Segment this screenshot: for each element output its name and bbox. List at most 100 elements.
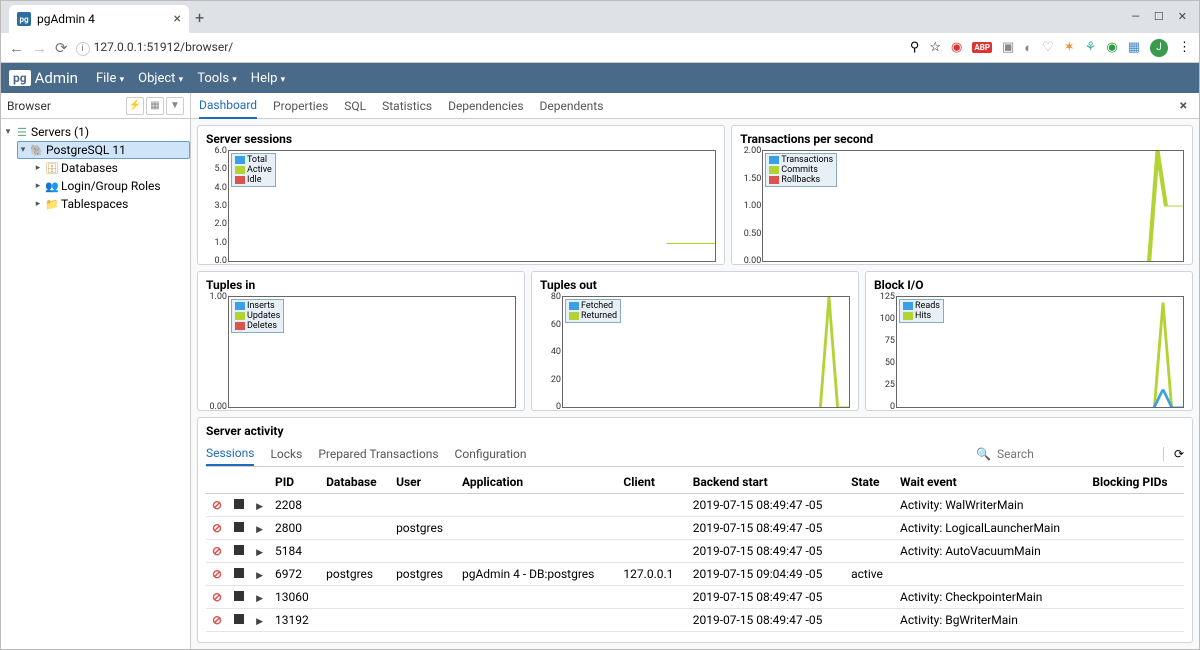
tab-locks[interactable]: Locks — [270, 443, 302, 465]
browser-titlebar: pg pgAdmin 4 × + — ☐ ✕ — [1, 1, 1199, 33]
cancel-icon[interactable]: ⊘ — [212, 567, 222, 581]
col-header[interactable] — [250, 471, 269, 494]
tab-statistics[interactable]: Statistics — [382, 99, 432, 113]
panel-server-activity: Server activity Sessions Locks Prepared … — [197, 417, 1193, 643]
star-icon[interactable]: ☆ — [929, 40, 941, 55]
ext7-icon[interactable]: ◉ — [1106, 40, 1117, 55]
menu-tools[interactable]: Tools ▾ — [191, 69, 243, 88]
table-row[interactable]: ⊘▶6972postgrespostgrespgAdmin 4 - DB:pos… — [206, 563, 1184, 586]
sidebar-btn-filter[interactable]: ▼ — [166, 97, 184, 115]
close-window-icon[interactable]: ✕ — [1178, 10, 1187, 23]
activity-tabs: Sessions Locks Prepared Transactions Con… — [206, 442, 1184, 467]
panel-title: Transactions per second — [740, 132, 1184, 146]
minimize-icon[interactable]: — — [1131, 10, 1140, 23]
expand-row-icon[interactable]: ▶ — [256, 548, 263, 558]
close-tab-icon[interactable]: × — [174, 11, 181, 27]
chevron-down-icon: ▾ — [179, 75, 184, 85]
menu-help[interactable]: Help ▾ — [245, 69, 291, 88]
tab-dependencies[interactable]: Dependencies — [448, 99, 523, 113]
terminate-icon[interactable] — [234, 568, 244, 578]
menu-object[interactable]: Object ▾ — [132, 69, 189, 88]
col-header[interactable]: User — [390, 471, 456, 494]
expand-row-icon[interactable]: ▶ — [256, 617, 263, 627]
cancel-icon[interactable]: ⊘ — [212, 590, 222, 604]
refresh-icon[interactable]: ⟳ — [1163, 447, 1184, 461]
tab-sql[interactable]: SQL — [344, 99, 366, 113]
close-panel-icon[interactable]: × — [1180, 98, 1191, 114]
new-tab-button[interactable]: + — [195, 8, 204, 27]
search-input[interactable] — [997, 447, 1147, 461]
ext5-icon[interactable]: ✶ — [1064, 40, 1075, 55]
panel-server-sessions: Server sessions 6.05.04.03.02.01.00.0 To… — [197, 125, 725, 265]
terminate-icon[interactable] — [234, 522, 244, 532]
collapse-icon[interactable]: ▾ — [18, 145, 28, 155]
col-header[interactable]: State — [845, 471, 894, 494]
tree-databases[interactable]: ▸ 🗄 Databases — [1, 159, 190, 177]
expand-row-icon[interactable]: ▶ — [256, 571, 263, 581]
maximize-icon[interactable]: ☐ — [1154, 10, 1164, 23]
forward-icon[interactable]: → — [32, 39, 47, 57]
tree-servers[interactable]: ▾ ☰ Servers (1) — [1, 123, 190, 141]
table-row[interactable]: ⊘▶22082019-07-15 08:49:47 -05Activity: W… — [206, 494, 1184, 517]
expand-row-icon[interactable]: ▶ — [256, 502, 263, 512]
cancel-icon[interactable]: ⊘ — [212, 544, 222, 558]
expand-icon[interactable]: ▸ — [33, 199, 43, 209]
table-row[interactable]: ⊘▶131922019-07-15 08:49:47 -05Activity: … — [206, 609, 1184, 632]
panel-title: Server sessions — [206, 132, 716, 146]
col-header[interactable]: PID — [269, 471, 320, 494]
tab-properties[interactable]: Properties — [273, 99, 328, 113]
table-row[interactable]: ⊘▶2800postgres2019-07-15 08:49:47 -05Act… — [206, 517, 1184, 540]
col-header[interactable] — [206, 471, 228, 494]
tree-tablespaces[interactable]: ▸ 📁 Tablespaces — [1, 195, 190, 213]
tab-prepared[interactable]: Prepared Transactions — [318, 443, 438, 465]
col-header[interactable]: Blocking PIDs — [1086, 471, 1184, 494]
cancel-icon[interactable]: ⊘ — [212, 613, 222, 627]
expand-icon[interactable]: ▸ — [33, 163, 43, 173]
col-header[interactable]: Backend start — [687, 471, 845, 494]
terminate-icon[interactable] — [234, 499, 244, 509]
tab-sessions[interactable]: Sessions — [206, 442, 254, 466]
tree-server-pg11[interactable]: ▾ 🐘 PostgreSQL 11 — [17, 141, 190, 159]
terminate-icon[interactable] — [234, 614, 244, 624]
ext8-icon[interactable]: ▦ — [1128, 40, 1140, 55]
ext6-icon[interactable]: ⚘ — [1085, 40, 1097, 55]
pgadmin-menu: File ▾ Object ▾ Tools ▾ Help ▾ — [90, 69, 291, 88]
dashboard: Server sessions 6.05.04.03.02.01.00.0 To… — [191, 119, 1199, 649]
col-header[interactable]: Wait event — [894, 471, 1086, 494]
terminate-icon[interactable] — [234, 545, 244, 555]
cancel-icon[interactable]: ⊘ — [212, 498, 222, 512]
tree-roles[interactable]: ▸ 👥 Login/Group Roles — [1, 177, 190, 195]
sidebar-btn-1[interactable]: ⚡ — [126, 97, 144, 115]
abp-icon[interactable]: ABP — [972, 42, 992, 53]
sidebar-btn-2[interactable]: ▦ — [146, 97, 164, 115]
terminate-icon[interactable] — [234, 591, 244, 601]
tab-config[interactable]: Configuration — [455, 443, 527, 465]
expand-icon[interactable]: ▸ — [33, 181, 43, 191]
col-header[interactable] — [228, 471, 250, 494]
col-header[interactable]: Application — [456, 471, 617, 494]
reload-icon[interactable]: ⟳ — [55, 39, 68, 57]
key-icon[interactable]: ⚲ — [910, 40, 920, 55]
menu-file[interactable]: File ▾ — [90, 69, 130, 88]
tab-dependents[interactable]: Dependents — [540, 99, 604, 113]
table-row[interactable]: ⊘▶51842019-07-15 08:49:47 -05Activity: A… — [206, 540, 1184, 563]
ext4-icon[interactable]: ♡ — [1042, 40, 1054, 55]
browser-tab[interactable]: pg pgAdmin 4 × — [9, 5, 189, 33]
cancel-icon[interactable]: ⊘ — [212, 521, 222, 535]
address-bar[interactable]: i127.0.0.1:51912/browser/ — [76, 40, 234, 56]
tab-dashboard[interactable]: Dashboard — [199, 93, 257, 119]
ext-icon[interactable]: ◉ — [951, 40, 962, 55]
collapse-icon[interactable]: ▾ — [3, 127, 13, 137]
ext2-icon[interactable]: ▣ — [1002, 40, 1014, 55]
menu-icon[interactable]: ⋮ — [1178, 40, 1191, 55]
expand-row-icon[interactable]: ▶ — [256, 594, 263, 604]
profile-icon[interactable]: J — [1150, 39, 1168, 57]
col-header[interactable]: Client — [617, 471, 686, 494]
col-header[interactable]: Database — [320, 471, 390, 494]
back-icon[interactable]: ← — [9, 39, 24, 57]
browser-sidebar: Browser ⚡ ▦ ▼ ▾ ☰ Servers (1) ▾ 🐘 Postgr… — [1, 93, 191, 649]
ext3-icon[interactable]: ◐ — [1024, 40, 1032, 56]
content-tabs: Dashboard Properties SQL Statistics Depe… — [191, 93, 1199, 119]
table-row[interactable]: ⊘▶130602019-07-15 08:49:47 -05Activity: … — [206, 586, 1184, 609]
expand-row-icon[interactable]: ▶ — [256, 525, 263, 535]
